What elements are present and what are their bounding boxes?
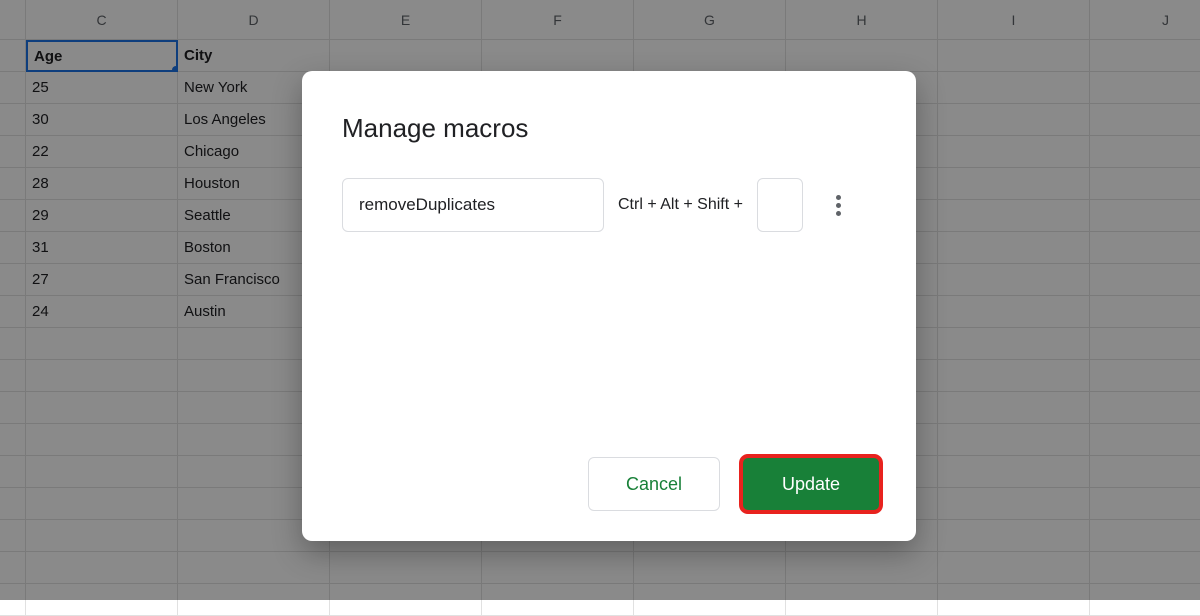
macro-row: Ctrl + Alt + Shift + [342, 178, 876, 232]
dialog-title: Manage macros [302, 71, 916, 144]
macro-more-options-button[interactable] [821, 178, 857, 232]
dialog-footer: Cancel Update [302, 457, 916, 541]
more-vertical-icon [836, 195, 841, 216]
dialog-body: Ctrl + Alt + Shift + [302, 144, 916, 457]
manage-macros-dialog: Manage macros Ctrl + Alt + Shift + Cance… [302, 71, 916, 541]
shortcut-key-input[interactable] [757, 178, 803, 232]
shortcut-prefix-label: Ctrl + Alt + Shift + [618, 196, 743, 214]
cancel-button[interactable]: Cancel [588, 457, 720, 511]
macro-name-input[interactable] [342, 178, 604, 232]
update-button[interactable]: Update [742, 457, 880, 511]
